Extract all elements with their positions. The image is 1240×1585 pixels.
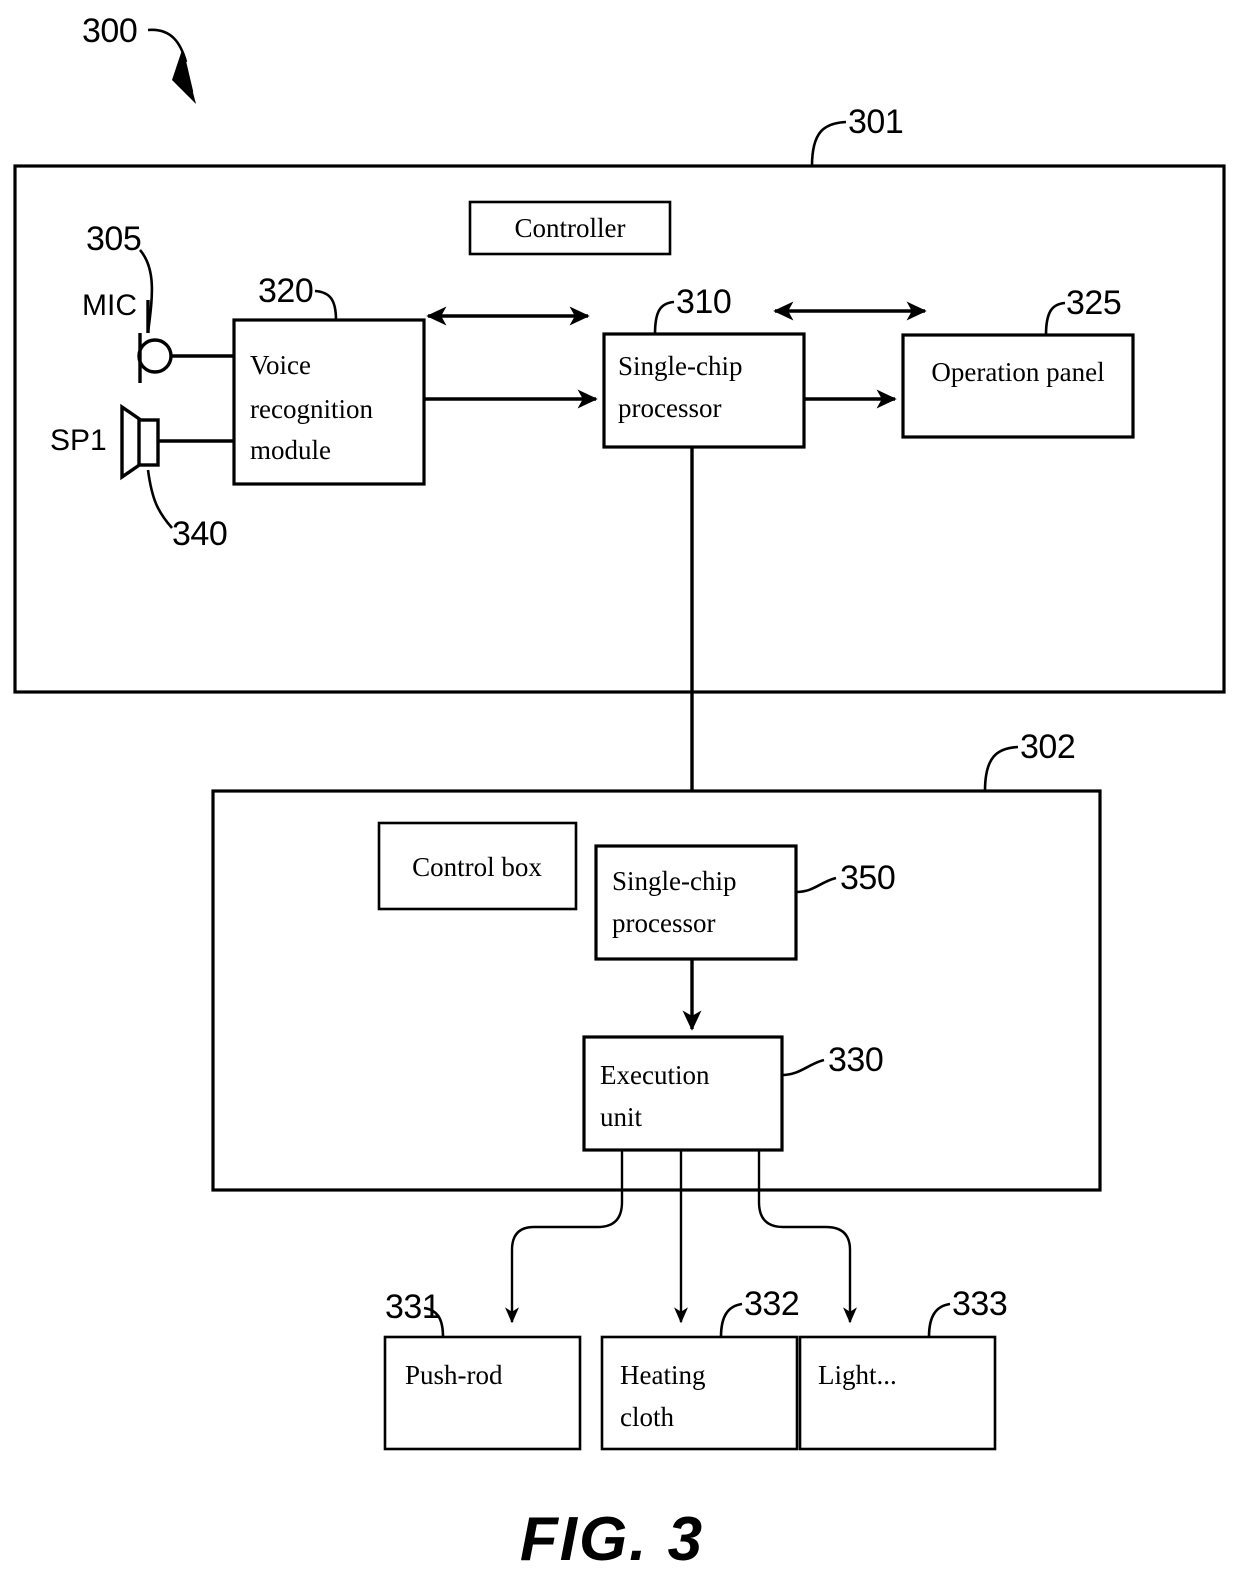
- mic-label: MIC: [82, 289, 137, 322]
- ref-332: 332: [744, 1285, 799, 1323]
- controlbox-mcu-box: [594, 844, 798, 961]
- exec-line-2: unit: [600, 1102, 643, 1132]
- voice-line-3: module: [250, 435, 331, 465]
- heating-cloth-box: [600, 1335, 799, 1451]
- ref-305: 305: [86, 220, 141, 258]
- mcu2-line-2: processor: [612, 908, 715, 938]
- system-ref-leader: [147, 28, 196, 104]
- heating-line-1: Heating: [620, 1360, 705, 1390]
- ref-325: 325: [1066, 284, 1121, 322]
- ref-302-leader: [983, 745, 1019, 792]
- voice-line-1: Voice: [250, 350, 311, 380]
- light-box: [798, 1335, 997, 1451]
- mcu1-line-2: processor: [618, 393, 721, 423]
- light-label: Light...: [818, 1360, 897, 1390]
- ref-330: 330: [828, 1041, 883, 1079]
- ref-340: 340: [172, 515, 227, 553]
- ref-302: 302: [1020, 728, 1075, 766]
- push-rod-label: Push-rod: [405, 1360, 503, 1390]
- mcu2-line-1: Single-chip: [612, 866, 736, 896]
- operation-panel-label: Operation panel: [931, 357, 1104, 387]
- ref-333: 333: [952, 1285, 1007, 1323]
- block-diagram: 300 301 Controller 305 MIC 340 SP1 Voice…: [13, 12, 1226, 1574]
- ref-300: 300: [82, 12, 137, 50]
- execution-unit-box: [582, 1035, 784, 1152]
- figure-caption: FIG. 3: [520, 1505, 704, 1574]
- patent-figure-page: 300 301 Controller 305 MIC 340 SP1 Voice…: [0, 0, 1240, 1585]
- ref-310: 310: [676, 283, 731, 321]
- controller-title: Controller: [515, 213, 626, 243]
- mcu1-line-1: Single-chip: [618, 351, 742, 381]
- ref-350: 350: [840, 859, 895, 897]
- ref-301-leader: [810, 120, 847, 167]
- exec-line-1: Execution: [600, 1060, 710, 1090]
- push-rod-box: [383, 1335, 582, 1451]
- voice-line-2: recognition: [250, 394, 373, 424]
- ref-320: 320: [258, 272, 313, 310]
- ref-331: 331: [385, 1288, 440, 1326]
- ref-332-leader: [719, 1302, 743, 1338]
- heating-line-2: cloth: [620, 1402, 674, 1432]
- ref-301: 301: [848, 103, 903, 141]
- control-box-title: Control box: [412, 852, 542, 882]
- sp1-label: SP1: [50, 424, 107, 457]
- ref-333-leader: [927, 1302, 951, 1338]
